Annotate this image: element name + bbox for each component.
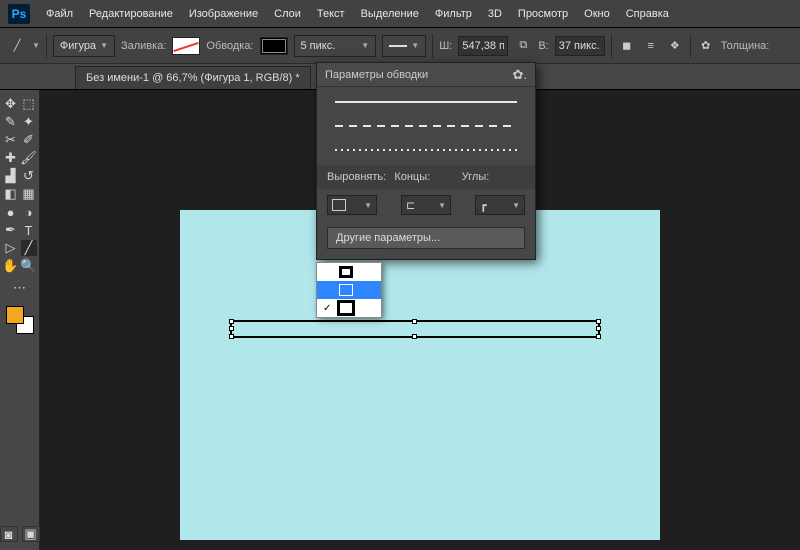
width-label: Ш: [439, 40, 452, 52]
gradient-tool-icon[interactable]: ▦ [21, 186, 37, 202]
fill-label: Заливка: [121, 40, 166, 52]
eraser-tool-icon[interactable]: ◧ [3, 186, 19, 202]
stroke-preset-dashed[interactable] [335, 125, 517, 127]
dodge-tool-icon[interactable]: ◑ [21, 204, 37, 220]
color-swatches[interactable] [6, 306, 34, 334]
blur-tool-icon[interactable]: ● [3, 204, 19, 220]
align-label: Выровнять: [327, 171, 390, 183]
menu-view[interactable]: Просмотр [510, 0, 576, 28]
line-shape[interactable] [230, 320, 600, 338]
height-input[interactable] [555, 36, 605, 56]
more-options-button[interactable]: Другие параметры... [327, 227, 525, 249]
menu-window[interactable]: Окно [576, 0, 618, 28]
options-bar: ╱ ▼ Фигура▼ Заливка: Обводка: 5 пикс.▼ ▼… [0, 28, 800, 64]
path-select-icon[interactable]: ▷ [3, 240, 19, 256]
align-option-inside[interactable] [317, 263, 381, 281]
stroke-label: Обводка: [206, 40, 253, 52]
screen-mode-group: ◙ ▣ [0, 526, 40, 542]
line-tool-icon: ╱ [8, 37, 26, 55]
more-tools-icon[interactable]: ⋯ [12, 280, 28, 296]
marquee-tool-icon[interactable]: ⬚ [21, 96, 37, 112]
weight-label: Толщина: [721, 40, 770, 52]
pathop-icon[interactable]: ◼ [618, 37, 636, 55]
crop-tool-icon[interactable]: ✂ [3, 132, 19, 148]
link-wh-icon[interactable]: ⧉ [514, 37, 532, 55]
caps-select[interactable]: ⊏▼ [401, 195, 451, 215]
arrange-icon[interactable]: ❖ [666, 37, 684, 55]
caps-label: Концы: [394, 171, 457, 183]
menu-file[interactable]: Файл [38, 0, 81, 28]
eyedropper-tool-icon[interactable]: ✐ [21, 132, 37, 148]
brush-tool-icon[interactable]: 🖌 [21, 150, 37, 166]
screenmode-icon[interactable]: ▣ [22, 526, 40, 542]
gear-icon[interactable]: ✿ [697, 37, 715, 55]
menu-3d[interactable]: 3D [480, 0, 510, 28]
hand-tool-icon[interactable]: ✋ [3, 258, 19, 274]
lasso-tool-icon[interactable]: ✎ [3, 114, 19, 130]
move-tool-icon[interactable]: ✥ [3, 96, 19, 112]
height-label: В: [538, 40, 548, 52]
menu-layers[interactable]: Слои [266, 0, 309, 28]
heal-tool-icon[interactable]: ✚ [3, 150, 19, 166]
stroke-swatch[interactable] [260, 37, 288, 55]
stroke-preset-dotted[interactable] [335, 149, 517, 151]
history-brush-icon[interactable]: ↺ [21, 168, 37, 184]
align-icon[interactable]: ≡ [642, 37, 660, 55]
gear-icon[interactable]: ✿. [512, 67, 527, 83]
menu-select[interactable]: Выделение [353, 0, 427, 28]
foreground-swatch[interactable] [6, 306, 24, 324]
pen-tool-icon[interactable]: ✒ [3, 222, 19, 238]
stroke-preset-solid[interactable] [335, 101, 517, 103]
popover-title: Параметры обводки [325, 69, 428, 81]
tools-panel: ✥⬚ ✎✦ ✂✐ ✚🖌 ▟↺ ◧▦ ●◑ ✒T ▷╱ ✋🔍 ⋯ ◙ ▣ [0, 90, 40, 550]
menu-text[interactable]: Текст [309, 0, 353, 28]
menu-edit[interactable]: Редактирование [81, 0, 181, 28]
stamp-tool-icon[interactable]: ▟ [3, 168, 19, 184]
fill-swatch[interactable] [172, 37, 200, 55]
quickmask-icon[interactable]: ◙ [0, 526, 18, 542]
menu-help[interactable]: Справка [618, 0, 677, 28]
zoom-tool-icon[interactable]: 🔍 [21, 258, 37, 274]
stroke-style-select[interactable]: ▼ [382, 35, 426, 57]
stroke-width-select[interactable]: 5 пикс.▼ [294, 35, 377, 57]
type-tool-icon[interactable]: T [21, 222, 37, 238]
width-input[interactable] [458, 36, 508, 56]
menu-filter[interactable]: Фильтр [427, 0, 480, 28]
align-dropdown: ✓ [316, 262, 382, 318]
stroke-options-popover: Параметры обводки ✿. Выровнять: Концы: У… [316, 62, 536, 260]
line-shape-tool-icon[interactable]: ╱ [21, 240, 37, 256]
align-select[interactable]: ▼ [327, 195, 377, 215]
menu-image[interactable]: Изображение [181, 0, 266, 28]
app-logo: Ps [8, 4, 30, 24]
corners-label: Углы: [462, 171, 525, 183]
chevron-down-icon[interactable]: ▼ [32, 41, 40, 50]
tool-mode-select[interactable]: Фигура▼ [53, 35, 115, 57]
menubar: Ps Файл Редактирование Изображение Слои … [0, 0, 800, 28]
align-option-center[interactable] [317, 281, 381, 299]
document-tab[interactable]: Без имени-1 @ 66,7% (Фигура 1, RGB/8) * [75, 66, 311, 89]
wand-tool-icon[interactable]: ✦ [21, 114, 37, 130]
corners-select[interactable]: ┏▼ [475, 195, 525, 215]
align-option-outside[interactable]: ✓ [317, 299, 381, 317]
